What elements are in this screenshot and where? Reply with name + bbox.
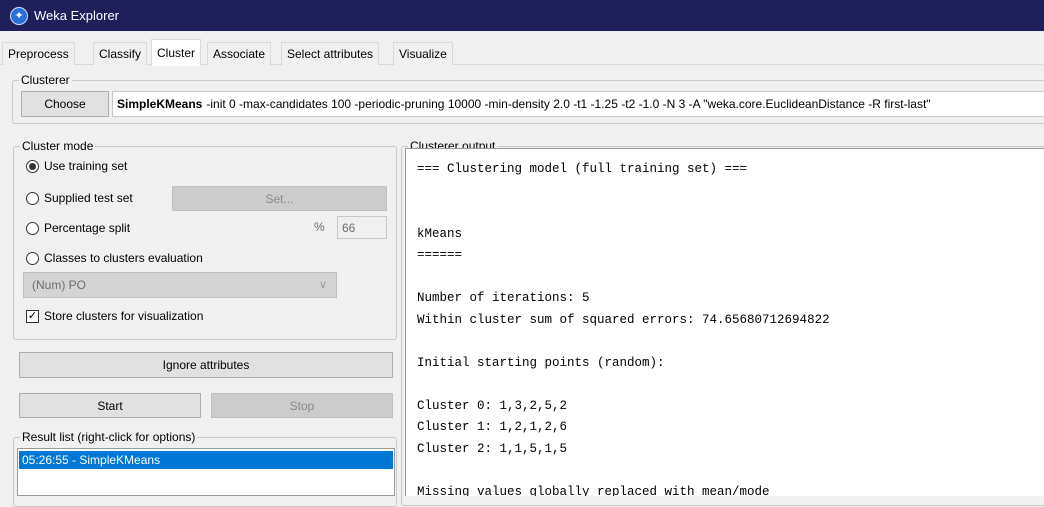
store-clusters-label: Store clusters for visualization [44, 309, 204, 323]
title-bar: ✦ Weka Explorer [0, 0, 1044, 31]
clusterer-name: SimpleKMeans [117, 97, 203, 111]
output-line: Cluster 0: 1,3,2,5,2 [417, 398, 568, 413]
radio-selected-icon [26, 159, 39, 173]
clusterer-output-text[interactable]: === Clustering model (full training set)… [405, 148, 1044, 496]
start-button[interactable]: Start [19, 393, 201, 418]
output-line: Missing values globally replaced with me… [417, 484, 770, 497]
radio-classes-to-clusters[interactable]: Classes to clusters evaluation [26, 249, 203, 267]
tab-preprocess[interactable]: Preprocess [2, 42, 75, 65]
supplied-test-set-label: Supplied test set [44, 191, 133, 205]
percentage-split-input[interactable]: 66 [337, 216, 387, 239]
tab-visualize[interactable]: Visualize [393, 42, 453, 65]
output-line: Number of iterations: 5 [417, 291, 590, 305]
choose-button[interactable]: Choose [21, 91, 109, 117]
result-list-label: Result list (right-click for options) [20, 430, 198, 444]
tab-cluster[interactable]: Cluster [151, 39, 202, 66]
radio-unselected-icon [26, 221, 39, 235]
cluster-mode-label: Cluster mode [20, 139, 96, 153]
use-training-set-label: Use training set [44, 159, 128, 173]
clusterer-group-label: Clusterer [19, 73, 72, 87]
output-line: ====== [417, 248, 463, 262]
class-attribute-select[interactable]: (Num) PO ∨ [23, 272, 337, 298]
weka-bird-icon: ✦ [10, 6, 28, 25]
output-line: Cluster 1: 1,2,1,2,6 [417, 420, 568, 434]
output-line: Cluster 2: 1,1,5,1,5 [417, 441, 568, 456]
clusterer-config-field[interactable]: SimpleKMeans -init 0 -max-candidates 100… [112, 91, 1044, 117]
result-list-item[interactable]: 05:26:55 - SimpleKMeans [19, 451, 393, 469]
classes-to-clusters-label: Classes to clusters evaluation [44, 251, 203, 265]
tab-associate[interactable]: Associate [207, 42, 272, 65]
radio-percentage-split[interactable]: Percentage split [26, 219, 130, 237]
tab-bar: Preprocess Classify Cluster Associate Se… [0, 37, 1044, 66]
percentage-split-label: Percentage split [44, 221, 131, 235]
result-list[interactable]: 05:26:55 - SimpleKMeans [17, 448, 395, 496]
output-line: === Clustering model (full training set)… [417, 162, 748, 176]
radio-unselected-icon [26, 191, 39, 205]
stop-button[interactable]: Stop [211, 393, 393, 418]
checkmark-icon: ✓ [26, 309, 39, 323]
class-attribute-value: (Num) PO [32, 278, 86, 292]
ignore-attributes-button[interactable]: Ignore attributes [19, 352, 393, 378]
output-line: Initial starting points (random): [417, 355, 665, 370]
output-line: kMeans [417, 226, 463, 241]
output-line: Within cluster sum of squared errors: 74… [417, 312, 830, 327]
percent-sign: % [314, 220, 325, 234]
set-test-set-button[interactable]: Set... [172, 186, 387, 211]
radio-supplied-test-set[interactable]: Supplied test set [26, 189, 133, 207]
radio-unselected-icon [26, 251, 39, 265]
tab-select-attributes[interactable]: Select attributes [281, 42, 380, 65]
radio-use-training-set[interactable]: Use training set [26, 157, 127, 175]
tab-classify[interactable]: Classify [93, 42, 148, 65]
chevron-down-icon: ∨ [318, 279, 327, 291]
window-title: Weka Explorer [34, 8, 120, 23]
clusterer-options: -init 0 -max-candidates 100 -periodic-pr… [206, 97, 931, 111]
store-clusters-checkbox[interactable]: ✓ Store clusters for visualization [26, 307, 203, 325]
